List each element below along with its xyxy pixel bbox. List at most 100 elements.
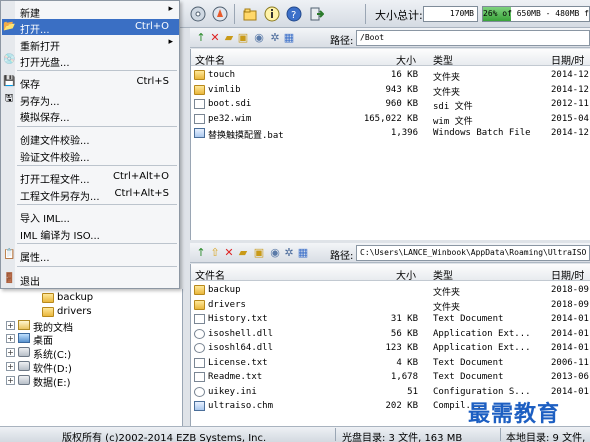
file-date: 2012-11- (551, 99, 590, 109)
file-type: Text Document (433, 314, 504, 324)
file-row[interactable]: License.txt 4 KB Text Document 2006-11- (191, 356, 590, 370)
file-name: boot.sdi (208, 99, 252, 109)
menu-item[interactable]: IML 编译为 ISO... (2, 225, 179, 242)
file-row[interactable]: pe32.wim 165,022 KB wim 文件 2015-04- (191, 112, 590, 127)
file-row[interactable]: vimlib 943 KB 文件夹 2014-12- (191, 83, 590, 98)
file-row[interactable]: touch 16 KB 文件夹 2014-12- (191, 68, 590, 83)
menu-item[interactable]: 工程文件另存为... Ctrl+Alt+S (2, 186, 179, 203)
menu-separator (17, 165, 177, 166)
column-size[interactable]: 大小 (396, 52, 416, 67)
file-type: wim 文件 (433, 116, 473, 127)
menu-item-icon: 🖫 (4, 93, 14, 104)
view-icon[interactable]: ▦ (282, 31, 296, 45)
burn-icon[interactable] (210, 4, 230, 24)
top-pane-toolbar: ↑ ✕ ▰ ▣ ◉ ✲ ▦ 路径: /Boot (190, 28, 590, 48)
settings-icon[interactable]: ✲ (282, 246, 296, 260)
menu-item-label: 打开光盘... (20, 58, 70, 69)
menu-item-label: 打开工程文件... (20, 175, 90, 186)
add-icon[interactable]: ⇧ (208, 246, 222, 260)
expand-icon[interactable]: + (6, 334, 15, 343)
column-name[interactable]: 文件名 (195, 267, 225, 282)
tree-item-label: 软件(D:) (33, 364, 72, 375)
bottom-path-field[interactable]: C:\Users\LANCE_Winbook\AppData\Roaming\U… (356, 245, 590, 261)
menu-item-icon: 🚪 (3, 273, 16, 284)
folder-icon (194, 299, 205, 310)
cd-icon[interactable] (188, 4, 208, 24)
folder-icon[interactable]: ▣ (252, 246, 266, 260)
file-row[interactable]: isoshl64.dll 123 KB Application Ext... 2014… (191, 341, 590, 355)
column-size[interactable]: 大小 (396, 267, 416, 282)
expand-icon[interactable]: + (6, 376, 15, 385)
menu-item[interactable]: 📋 属性... (2, 247, 179, 264)
documents-icon (18, 320, 30, 330)
properties-icon[interactable]: ◉ (252, 31, 266, 45)
column-type[interactable]: 类型 (433, 267, 453, 282)
open-icon[interactable] (240, 4, 260, 24)
settings-icon[interactable]: ✲ (268, 31, 282, 45)
file-row[interactable]: isoshell.dll 56 KB Application Ext... 2014-… (191, 327, 590, 341)
total-size-label: 大小总计: (375, 9, 423, 22)
svg-text:?: ? (291, 10, 296, 21)
column-name[interactable]: 文件名 (195, 52, 225, 67)
column-type[interactable]: 类型 (433, 52, 453, 67)
info-icon[interactable] (262, 4, 282, 24)
folder-icon[interactable]: ▣ (236, 31, 250, 45)
new-folder-icon[interactable]: ▰ (236, 246, 250, 260)
file-row[interactable]: 替换触摸配置.bat 1,396 Windows Batch File 2014-12… (191, 126, 590, 141)
file-row[interactable]: History.txt 31 KB Text Document 2014-01- (191, 312, 590, 326)
help-icon[interactable]: ? (284, 4, 304, 24)
top-file-list[interactable]: 文件名 大小 类型 日期/时 touch16 KB文件夹2014-12-viml… (190, 49, 590, 240)
menu-item-label: 保存 (20, 80, 40, 91)
expand-icon[interactable]: + (6, 348, 15, 357)
menu-item-label: 另存为... (20, 97, 60, 108)
file-size: 943 KB (385, 84, 418, 95)
column-date[interactable]: 日期/时 (551, 52, 584, 67)
capacity-meter[interactable]: 26% of 650MB - 480MB free (482, 6, 590, 22)
column-date[interactable]: 日期/时 (551, 267, 584, 282)
menu-item[interactable]: 模拟保存... (2, 107, 179, 124)
up-folder-icon[interactable]: ↑ (194, 31, 208, 45)
menu-item[interactable]: 新建 ▸ (2, 3, 179, 20)
menu-item[interactable]: 验证文件校验... (2, 147, 179, 164)
view-icon[interactable]: ▦ (296, 246, 310, 260)
file-row[interactable]: boot.sdi 960 KB sdi 文件 2012-11- (191, 97, 590, 112)
file-size: 1,678 (390, 372, 418, 382)
menu-item[interactable]: 创建文件校验... (2, 130, 179, 147)
file-type: Application Ext... (433, 328, 531, 339)
expand-icon[interactable]: + (6, 362, 15, 371)
delete-icon[interactable]: ✕ (222, 246, 236, 260)
menu-item-icon: 💿 (3, 54, 16, 65)
file-row[interactable]: backup 文件夹 2018-09- (191, 283, 590, 298)
file-name: isoshl64.dll (208, 343, 274, 353)
file-type: Text Document (433, 357, 504, 368)
local-directory-tree[interactable]: backup drivers + 我的文档 + 桌面 + 系统(C:) + 软件(D:) + 数据(E… (0, 289, 183, 426)
file-row[interactable]: Readme.txt 1,678 Text Document 2013-06- (191, 370, 590, 384)
file-row[interactable]: drivers 文件夹 2018-09- (191, 298, 590, 313)
submenu-arrow-icon: ▸ (168, 4, 173, 14)
menu-item[interactable]: 🚪 退出 (2, 271, 179, 288)
top-path-field[interactable]: /Boot (356, 30, 590, 46)
menu-item-shortcut: Ctrl+O (134, 21, 169, 32)
properties-icon[interactable]: ◉ (268, 246, 282, 260)
bottom-column-header: 文件名 大小 类型 日期/时 (191, 264, 590, 282)
file-size: 16 KB (390, 70, 418, 80)
menu-item[interactable]: 📂 打开... Ctrl+O (2, 19, 179, 36)
up-folder-icon[interactable]: ↑ (194, 246, 208, 260)
file-type: Configuration S... (433, 386, 531, 397)
status-bar: 版权所有 (c)2002-2014 EZB Systems, Inc. 光盘目录… (0, 426, 590, 442)
menu-item[interactable]: 💾 保存 Ctrl+S (2, 74, 179, 91)
exit-icon[interactable] (306, 4, 326, 24)
menu-item[interactable]: 导入 IML... (2, 208, 179, 225)
menu-item-label: IML 编译为 ISO... (20, 231, 100, 242)
menu-item[interactable]: 💿 打开光盘... (2, 52, 179, 69)
capacity-text: 26% of 650MB - 480MB free (483, 9, 589, 18)
menu-item[interactable]: 重新打开 ▸ (2, 36, 179, 53)
folder-icon (42, 293, 54, 303)
file-size: 31 KB (390, 314, 418, 324)
expand-icon[interactable]: + (6, 321, 15, 330)
menu-item[interactable]: 🖫 另存为... (2, 91, 179, 108)
menu-item[interactable]: 打开工程文件... Ctrl+Alt+O (2, 169, 179, 186)
new-folder-icon[interactable]: ▰ (222, 31, 236, 45)
file-name: backup (208, 285, 241, 295)
delete-icon[interactable]: ✕ (208, 31, 222, 45)
